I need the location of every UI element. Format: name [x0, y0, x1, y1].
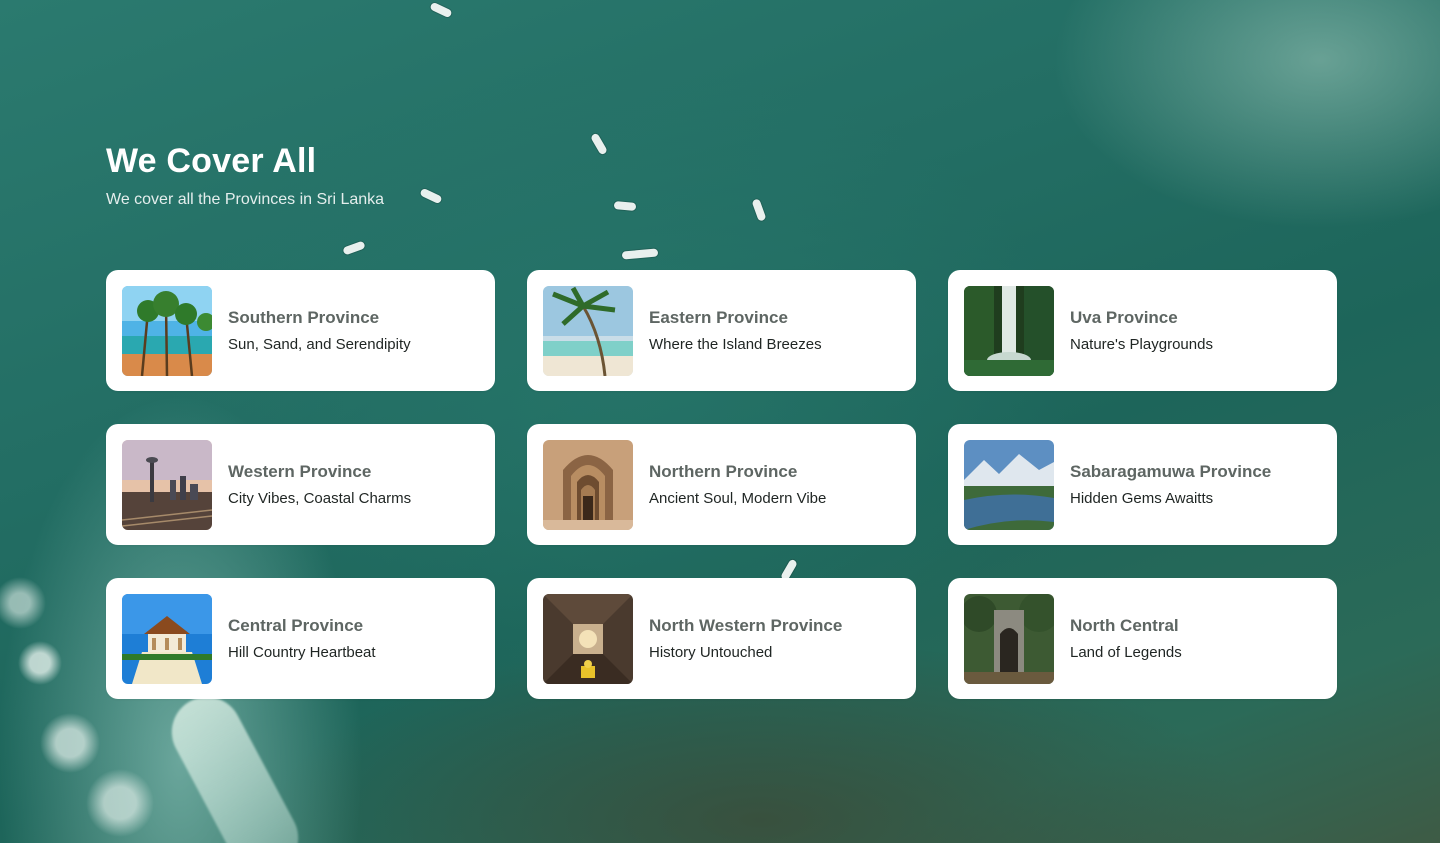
- province-card-eastern[interactable]: Eastern Province Where the Island Breeze…: [527, 270, 916, 391]
- province-name: Southern Province: [228, 308, 380, 327]
- stupa-interior-photo: [543, 593, 633, 684]
- province-name: Central Province: [228, 616, 364, 635]
- palm-beach-photo: [122, 285, 212, 376]
- province-name: Eastern Province: [649, 308, 788, 327]
- province-tagline: Sun, Sand, and Serendipity: [228, 336, 411, 353]
- province-name: Sabaragamuwa Province: [1070, 462, 1272, 481]
- province-tagline: Nature's Playgrounds: [1070, 336, 1213, 353]
- province-card-uva[interactable]: Uva Province Nature's Playgrounds: [948, 270, 1337, 391]
- waterfall-photo: [964, 285, 1054, 376]
- province-tagline: Ancient Soul, Modern Vibe: [649, 490, 827, 507]
- province-card-central[interactable]: Central Province Hill Country Heartbeat: [106, 578, 495, 699]
- province-grid: Southern Province Sun, Sand, and Serendi…: [106, 270, 1338, 699]
- province-name: Northern Province: [649, 462, 798, 481]
- province-card-southern[interactable]: Southern Province Sun, Sand, and Serendi…: [106, 270, 495, 391]
- province-tagline: City Vibes, Coastal Charms: [228, 490, 412, 507]
- section-header: We Cover All We cover all the Provinces …: [106, 142, 384, 209]
- province-name: Uva Province: [1070, 308, 1178, 327]
- province-tagline: Land of Legends: [1070, 644, 1182, 661]
- forest-ruin-photo: [964, 593, 1054, 684]
- province-card-western[interactable]: Western Province City Vibes, Coastal Cha…: [106, 424, 495, 545]
- province-card-northern[interactable]: Northern Province Ancient Soul, Modern V…: [527, 424, 916, 545]
- province-tagline: Where the Island Breezes: [649, 336, 822, 353]
- province-card-north-central[interactable]: North Central Land of Legends: [948, 578, 1337, 699]
- province-name: Western Province: [228, 462, 372, 481]
- province-name: North Western Province: [649, 616, 843, 635]
- province-tagline: Hidden Gems Awaitts: [1070, 490, 1214, 507]
- province-tagline: Hill Country Heartbeat: [228, 644, 376, 661]
- river-mountain-photo: [964, 439, 1054, 530]
- province-tagline: History Untouched: [649, 644, 773, 661]
- province-card-sabaragamuwa[interactable]: Sabaragamuwa Province Hidden Gems Awaitt…: [948, 424, 1337, 545]
- palm-shore-photo: [543, 285, 633, 376]
- province-card-north-western[interactable]: North Western Province History Untouched: [527, 578, 916, 699]
- page-title: We Cover All: [106, 142, 317, 180]
- stone-arches-photo: [543, 439, 633, 530]
- province-name: North Central: [1070, 616, 1179, 635]
- city-tower-photo: [122, 439, 212, 530]
- temple-photo: [122, 593, 212, 684]
- page-subtitle: We cover all the Provinces in Sri Lanka: [106, 191, 385, 208]
